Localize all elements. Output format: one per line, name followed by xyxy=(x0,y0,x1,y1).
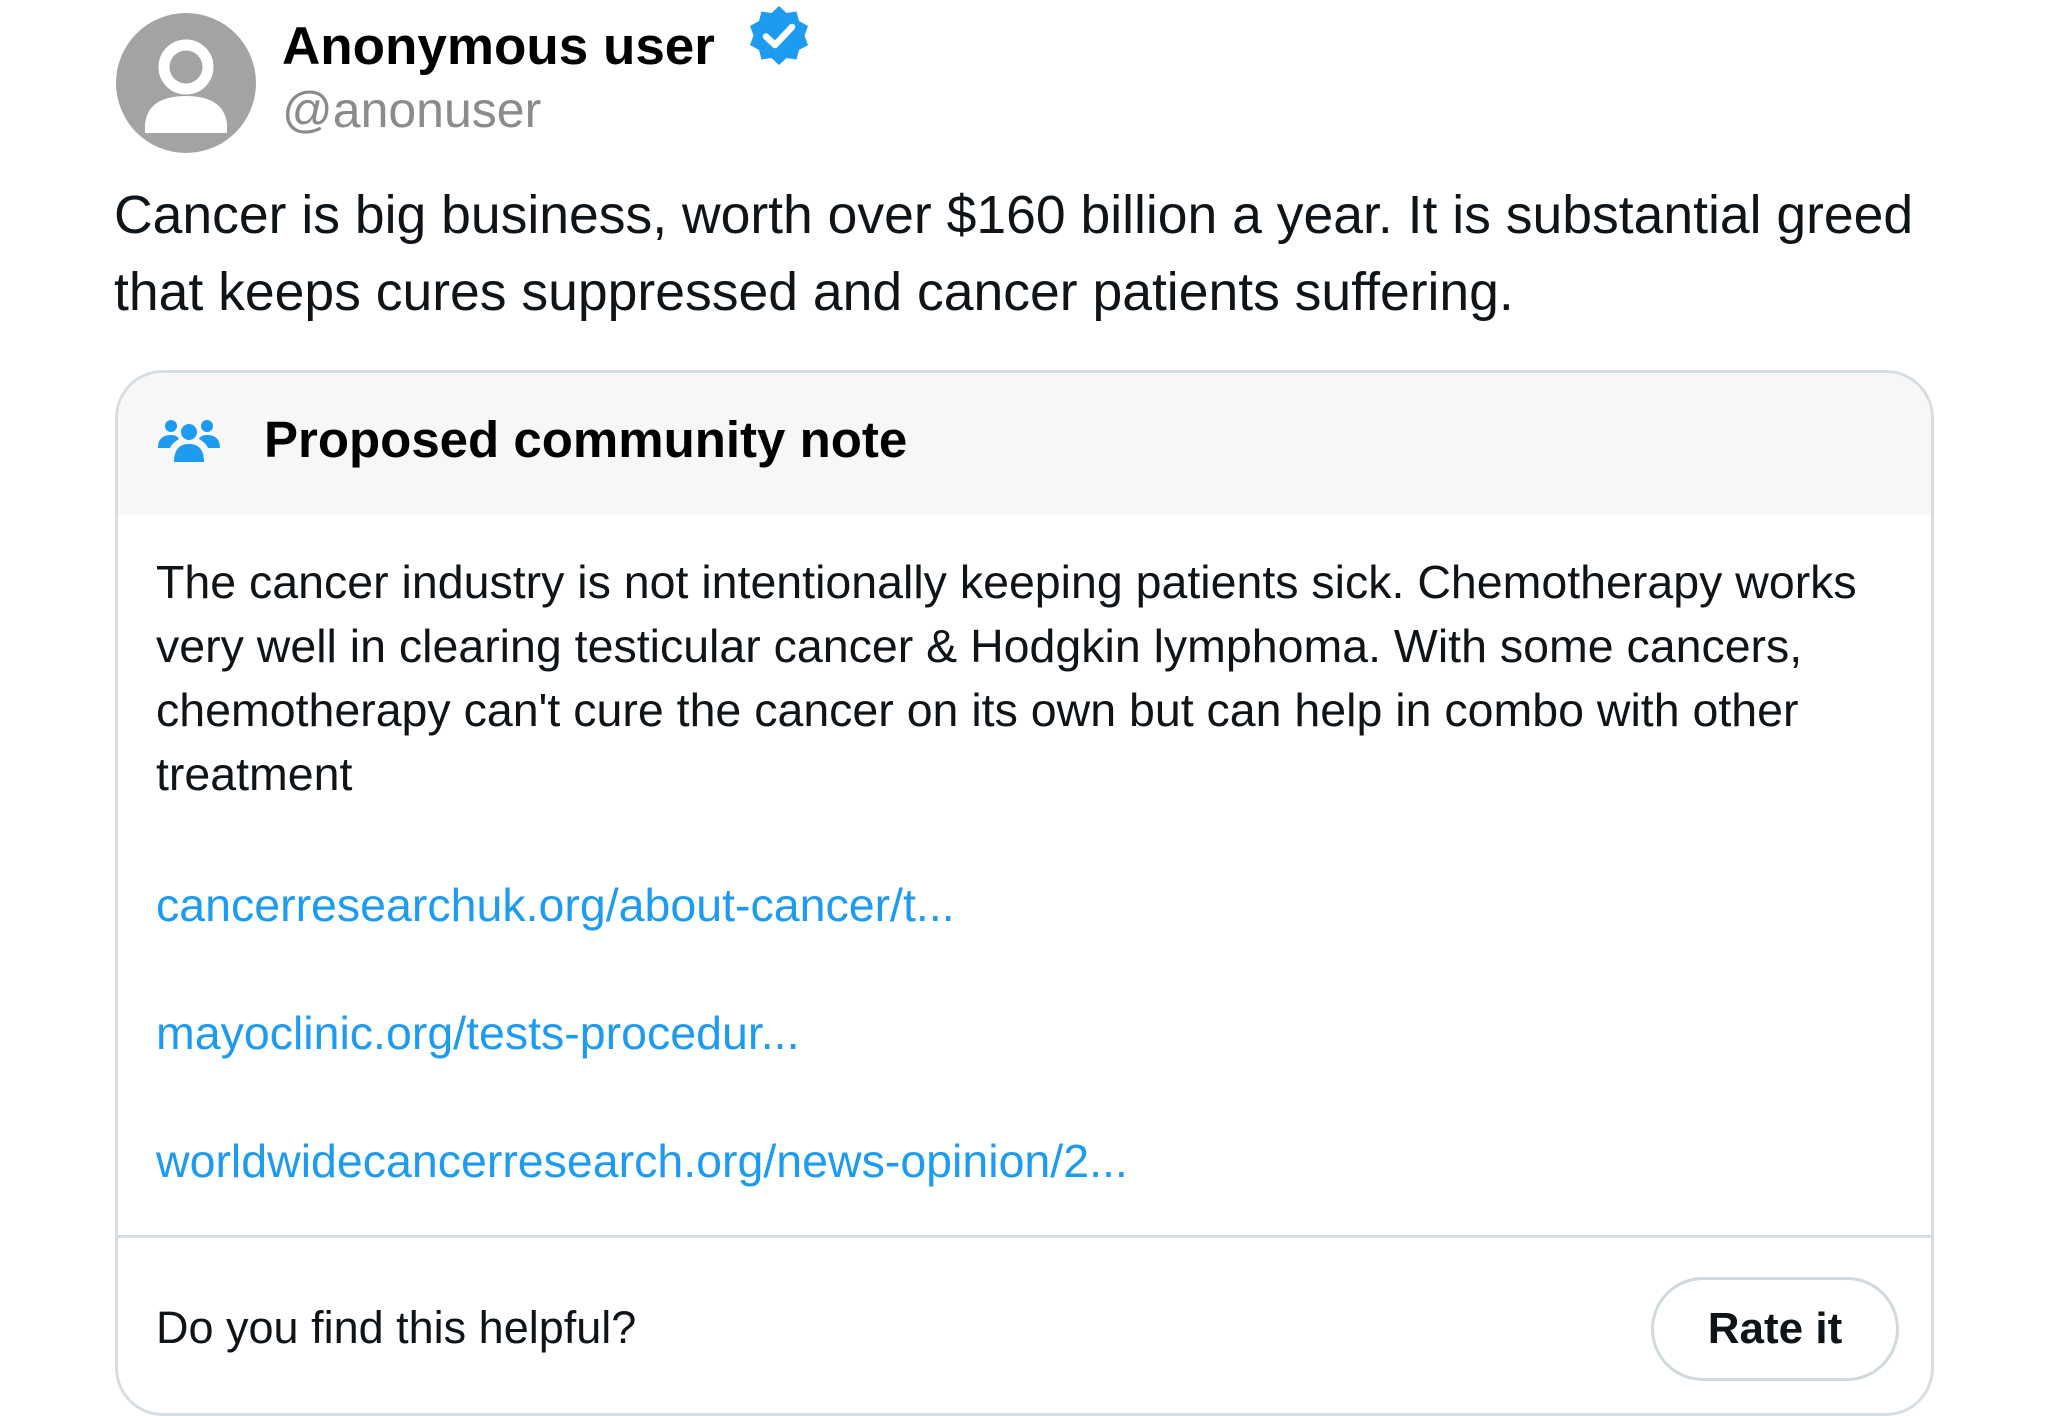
helpful-question: Do you find this helpful? xyxy=(156,1302,637,1353)
post-text: Cancer is big business, worth over $160 … xyxy=(114,186,1914,322)
source-link-mayoclinic[interactable]: mayoclinic.org/tests-procedur... xyxy=(156,1001,800,1065)
divider xyxy=(118,1235,1931,1238)
author-handle[interactable]: @anonuser xyxy=(282,79,541,141)
community-note-card: Proposed community note The cancer indus… xyxy=(115,370,1934,1416)
people-icon xyxy=(158,420,220,462)
avatar[interactable] xyxy=(116,13,256,153)
author-display-name[interactable]: Anonymous user xyxy=(282,14,715,80)
community-note-body: The cancer industry is not intentionally… xyxy=(156,556,1857,800)
verified-badge-icon xyxy=(750,6,808,65)
rate-it-button[interactable]: Rate it xyxy=(1651,1277,1899,1381)
community-note-title: Proposed community note xyxy=(264,411,908,468)
community-note-header: Proposed community note xyxy=(118,373,1931,515)
default-user-avatar-icon xyxy=(145,39,227,133)
source-link-worldwidecancerresearch[interactable]: worldwidecancerresearch.org/news-opinion… xyxy=(156,1129,1128,1193)
source-link-cancerresearchuk[interactable]: cancerresearchuk.org/about-cancer/t... xyxy=(156,873,955,937)
